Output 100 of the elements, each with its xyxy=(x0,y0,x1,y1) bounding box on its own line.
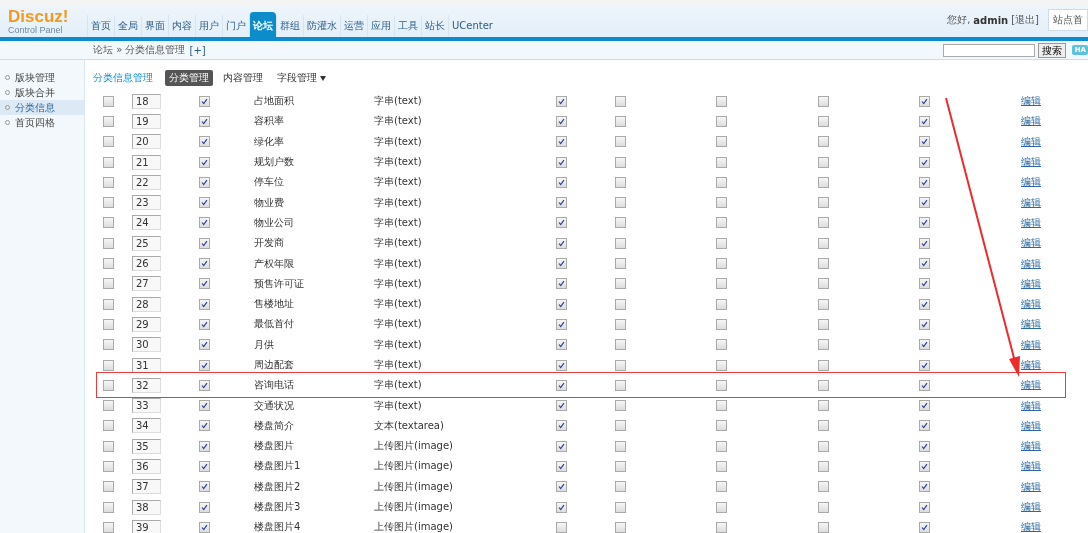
checkbox[interactable] xyxy=(556,339,567,351)
checkbox[interactable] xyxy=(103,521,114,533)
checkbox[interactable] xyxy=(199,440,210,452)
checkbox[interactable] xyxy=(199,420,210,432)
checkbox[interactable] xyxy=(199,521,210,533)
checkbox[interactable] xyxy=(103,440,114,452)
sidebar-item[interactable]: 首页四格 xyxy=(0,115,84,130)
checkbox[interactable] xyxy=(615,197,626,209)
sidebar-item[interactable]: 版块合并 xyxy=(0,85,84,100)
order-field[interactable]: 32 xyxy=(132,377,161,393)
checkbox[interactable] xyxy=(615,481,626,493)
checkbox[interactable] xyxy=(919,318,930,330)
nav-tab[interactable]: 论坛 xyxy=(249,12,276,37)
checkbox[interactable] xyxy=(818,379,829,391)
checkbox[interactable] xyxy=(919,278,930,290)
checkbox[interactable] xyxy=(103,156,114,168)
edit-link[interactable]: 编辑 xyxy=(1021,520,1041,533)
checkbox[interactable] xyxy=(556,501,567,513)
checkbox[interactable] xyxy=(716,298,727,310)
checkbox[interactable] xyxy=(818,521,829,533)
checkbox[interactable] xyxy=(615,95,626,107)
checkbox[interactable] xyxy=(556,420,567,432)
checkbox[interactable] xyxy=(615,440,626,452)
checkbox[interactable] xyxy=(716,217,727,229)
order-field[interactable]: 34 xyxy=(132,418,161,434)
checkbox[interactable] xyxy=(919,217,930,229)
checkbox[interactable] xyxy=(615,258,626,269)
checkbox[interactable] xyxy=(818,95,829,107)
checkbox[interactable] xyxy=(615,339,626,351)
order-field[interactable]: 20 xyxy=(132,134,161,150)
checkbox[interactable] xyxy=(818,136,829,148)
order-field[interactable]: 33 xyxy=(132,398,161,414)
checkbox[interactable] xyxy=(716,481,727,493)
checkbox[interactable] xyxy=(716,440,727,452)
order-field[interactable]: 31 xyxy=(132,357,161,373)
checkbox[interactable] xyxy=(615,359,626,371)
checkbox[interactable] xyxy=(199,217,210,229)
nav-tab[interactable]: 应用 xyxy=(367,15,394,37)
edit-link[interactable]: 编辑 xyxy=(1021,114,1041,129)
checkbox[interactable] xyxy=(199,501,210,513)
order-field[interactable]: 38 xyxy=(132,499,161,515)
checkbox[interactable] xyxy=(818,176,829,188)
checkbox[interactable] xyxy=(615,461,626,472)
checkbox[interactable] xyxy=(556,237,567,249)
checkbox[interactable] xyxy=(919,156,930,168)
checkbox[interactable] xyxy=(818,501,829,513)
order-field[interactable]: 36 xyxy=(132,459,161,474)
checkbox[interactable] xyxy=(615,501,626,513)
checkbox[interactable] xyxy=(615,400,626,412)
tab[interactable]: 分类管理 xyxy=(165,70,213,86)
checkbox[interactable] xyxy=(919,339,930,351)
checkbox[interactable] xyxy=(919,359,930,371)
checkbox[interactable] xyxy=(615,217,626,229)
search-button[interactable]: 搜索 xyxy=(1037,42,1066,58)
checkbox[interactable] xyxy=(818,156,829,168)
checkbox[interactable] xyxy=(919,115,930,127)
add-link[interactable]: [+] xyxy=(189,44,206,56)
order-field[interactable]: 26 xyxy=(132,256,161,271)
checkbox[interactable] xyxy=(615,136,626,148)
checkbox[interactable] xyxy=(919,521,930,533)
logout-link[interactable]: [退出] xyxy=(1011,13,1039,27)
edit-link[interactable]: 编辑 xyxy=(1021,195,1041,210)
checkbox[interactable] xyxy=(615,176,626,188)
checkbox[interactable] xyxy=(615,298,626,310)
checkbox[interactable] xyxy=(103,95,114,107)
checkbox[interactable] xyxy=(919,420,930,432)
nav-tab[interactable]: 站长 xyxy=(421,15,448,37)
checkbox[interactable] xyxy=(103,278,114,290)
edit-link[interactable]: 编辑 xyxy=(1021,378,1041,393)
checkbox[interactable] xyxy=(556,115,567,127)
checkbox[interactable] xyxy=(556,136,567,148)
checkbox[interactable] xyxy=(818,217,829,229)
checkbox[interactable] xyxy=(199,298,210,310)
checkbox[interactable] xyxy=(818,461,829,472)
checkbox[interactable] xyxy=(716,115,727,127)
checkbox[interactable] xyxy=(199,237,210,249)
checkbox[interactable] xyxy=(199,400,210,412)
edit-link[interactable]: 编辑 xyxy=(1021,175,1041,190)
checkbox[interactable] xyxy=(556,481,567,493)
nav-tab[interactable]: 运营 xyxy=(340,15,367,37)
checkbox[interactable] xyxy=(818,481,829,493)
checkbox[interactable] xyxy=(556,440,567,452)
checkbox[interactable] xyxy=(818,440,829,452)
checkbox[interactable] xyxy=(716,420,727,432)
checkbox[interactable] xyxy=(716,278,727,290)
checkbox[interactable] xyxy=(103,379,114,391)
checkbox[interactable] xyxy=(615,115,626,127)
checkbox[interactable] xyxy=(818,298,829,310)
checkbox[interactable] xyxy=(199,156,210,168)
checkbox[interactable] xyxy=(103,258,114,269)
edit-link[interactable]: 编辑 xyxy=(1021,276,1041,291)
checkbox[interactable] xyxy=(556,521,567,533)
checkbox[interactable] xyxy=(716,400,727,412)
order-field[interactable]: 23 xyxy=(132,195,161,211)
checkbox[interactable] xyxy=(103,176,114,188)
edit-link[interactable]: 编辑 xyxy=(1021,418,1041,433)
tab[interactable]: 内容管理 xyxy=(219,70,267,86)
checkbox[interactable] xyxy=(103,197,114,209)
order-field[interactable]: 21 xyxy=(132,154,161,170)
checkbox[interactable] xyxy=(919,237,930,249)
